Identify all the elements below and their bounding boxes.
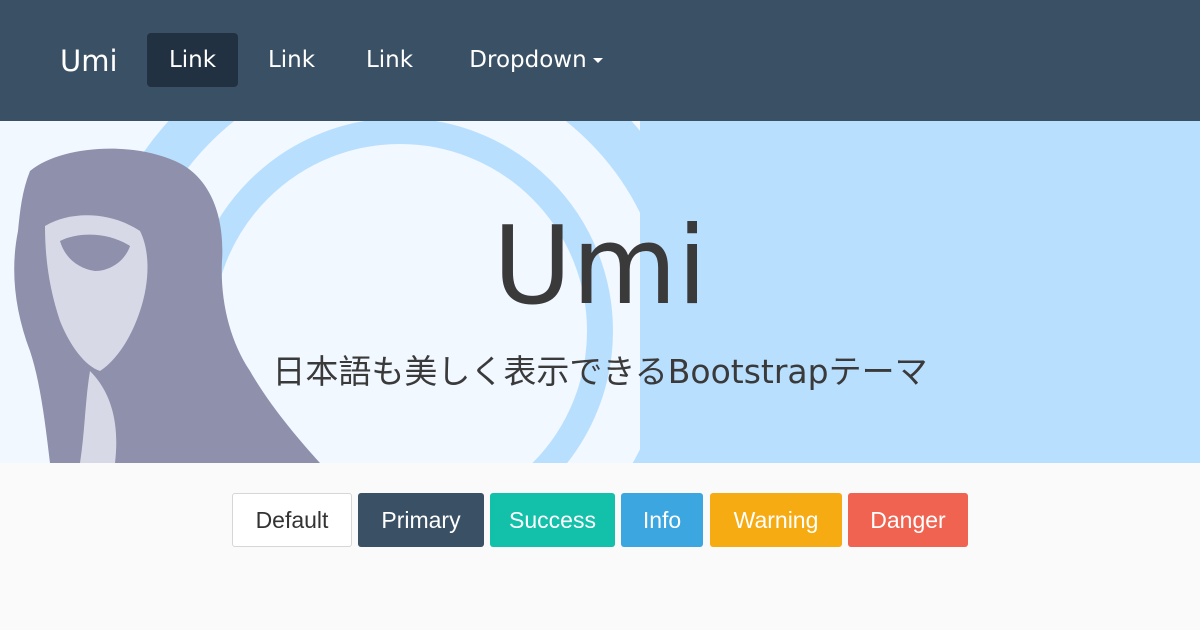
nav-dropdown[interactable]: Dropdown (448, 33, 624, 87)
hero-title: Umi (492, 204, 708, 329)
navbar: Umi Link Link Link Dropdown (0, 0, 1200, 121)
warning-button[interactable]: Warning (710, 493, 842, 547)
info-button[interactable]: Info (621, 493, 703, 547)
hero-subtitle: 日本語も美しく表示できるBootstrapテーマ (272, 352, 928, 391)
nav-link-3[interactable]: Link (344, 33, 435, 87)
nav-dropdown-label: Dropdown (469, 47, 587, 73)
primary-button[interactable]: Primary (358, 493, 484, 547)
default-button[interactable]: Default (232, 493, 352, 547)
nav-link-1[interactable]: Link (147, 33, 238, 87)
success-button[interactable]: Success (490, 493, 615, 547)
danger-button[interactable]: Danger (848, 493, 968, 547)
nav-link-2[interactable]: Link (246, 33, 337, 87)
caret-down-icon (592, 58, 603, 63)
hero-jumbotron: Umi 日本語も美しく表示できるBootstrapテーマ (0, 121, 1200, 463)
navbar-brand[interactable]: Umi (60, 43, 118, 79)
